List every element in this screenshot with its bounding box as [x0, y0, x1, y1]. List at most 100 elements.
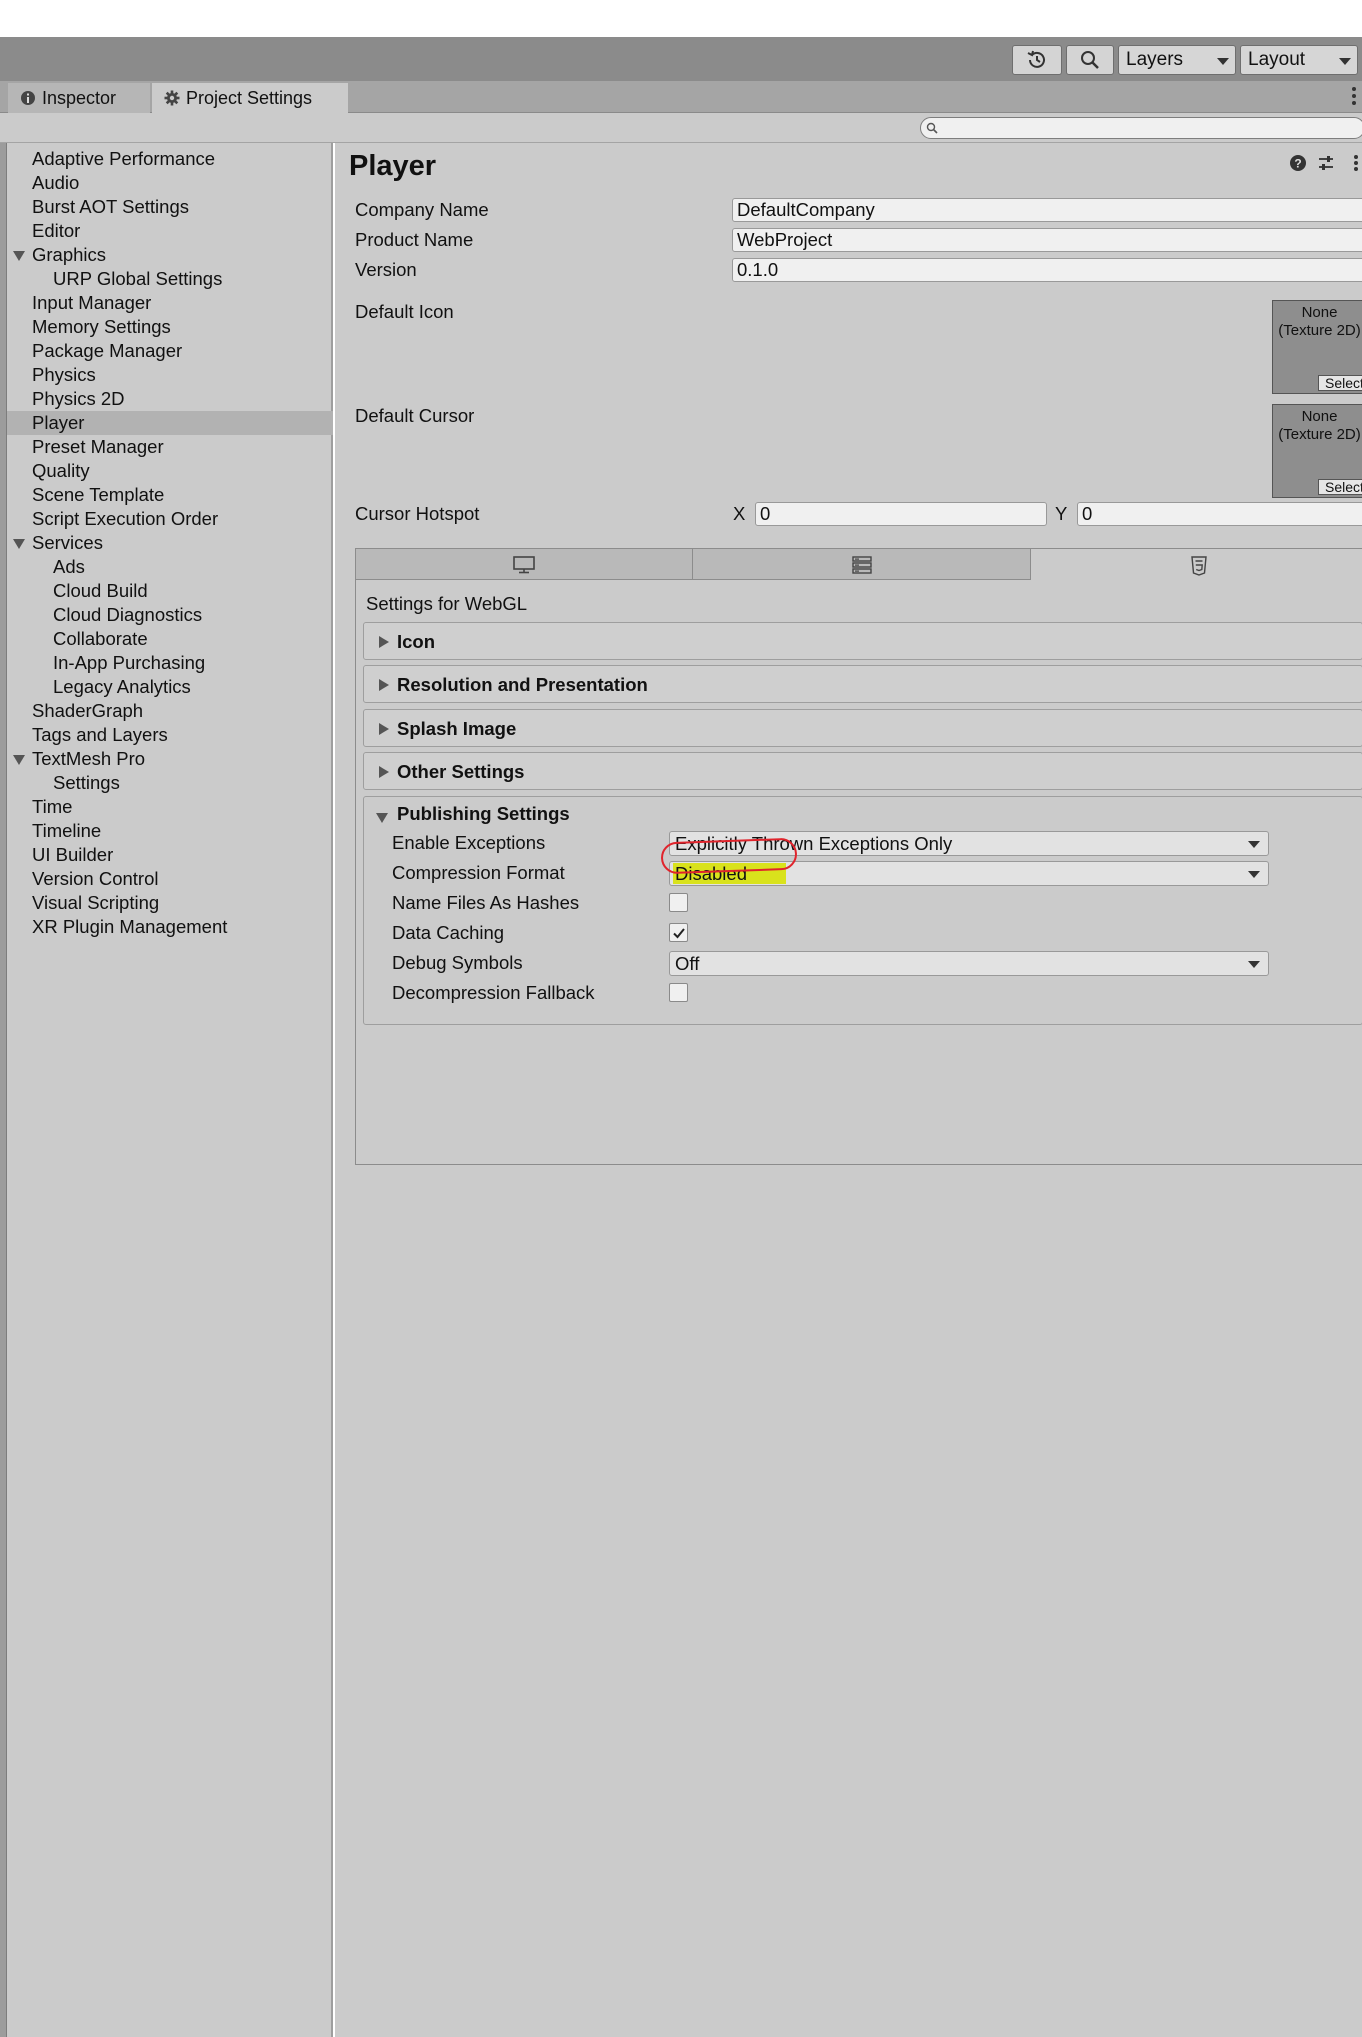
- select-button[interactable]: Select: [1318, 375, 1362, 391]
- sidebar-item-shadergraph[interactable]: ShaderGraph: [7, 699, 333, 723]
- sidebar-item-label: Burst AOT Settings: [32, 196, 189, 217]
- sidebar-item-label: Timeline: [32, 820, 102, 841]
- sidebar-item-label: Script Execution Order: [32, 508, 219, 529]
- sidebar-item-script-execution-order[interactable]: Script Execution Order: [7, 507, 333, 531]
- player-settings-panel: Player ? Company Name DefaultCompany Pro…: [335, 143, 1362, 2037]
- sidebar-item-adaptive-performance[interactable]: Adaptive Performance: [7, 147, 333, 171]
- foldout-arrow-icon[interactable]: [13, 539, 25, 549]
- chevron-down-icon: [1248, 841, 1260, 848]
- chevron-down-icon: [1217, 58, 1229, 65]
- sidebar-item-cloud-diagnostics[interactable]: Cloud Diagnostics: [7, 603, 333, 627]
- sidebar-item-in-app-purchasing[interactable]: In-App Purchasing: [7, 651, 333, 675]
- sidebar-item-timeline[interactable]: Timeline: [7, 819, 333, 843]
- foldout-resolution-and-presentation[interactable]: Resolution and Presentation: [363, 665, 1362, 703]
- preset-sliders-icon[interactable]: [1317, 154, 1335, 172]
- history-button[interactable]: [1012, 45, 1062, 75]
- sidebar-item-player[interactable]: Player: [7, 411, 333, 435]
- sidebar-item-input-manager[interactable]: Input Manager: [7, 291, 333, 315]
- sidebar-item-settings[interactable]: Settings: [7, 771, 333, 795]
- search-input[interactable]: [920, 117, 1362, 139]
- sidebar-item-physics[interactable]: Physics: [7, 363, 333, 387]
- hotspot-y-field[interactable]: 0: [1077, 502, 1362, 526]
- sidebar-item-audio[interactable]: Audio: [7, 171, 333, 195]
- sidebar-item-services[interactable]: Services: [7, 531, 333, 555]
- version-field[interactable]: 0.1.0: [732, 258, 1362, 282]
- default-icon-texture-field[interactable]: None (Texture 2D) Select: [1272, 300, 1362, 394]
- foldout-other-settings[interactable]: Other Settings: [363, 752, 1362, 790]
- sidebar-item-ui-builder[interactable]: UI Builder: [7, 843, 333, 867]
- sidebar-item-label: Memory Settings: [32, 316, 171, 337]
- texture-none-label: None: [1301, 408, 1338, 425]
- cursor-hotspot-label: Cursor Hotspot: [355, 503, 480, 524]
- sidebar-item-physics-2d[interactable]: Physics 2D: [7, 387, 333, 411]
- foldout-publishing-settings[interactable]: Publishing Settings: [364, 797, 1362, 831]
- tab-bar: Inspector Project Settings: [0, 81, 1362, 113]
- sidebar-item-label: Visual Scripting: [32, 892, 160, 913]
- tab-dedicated-server[interactable]: [693, 549, 1031, 580]
- sidebar-item-label: UI Builder: [32, 844, 114, 865]
- compression-format-label: Compression Format: [392, 862, 565, 883]
- chevron-down-icon: [1248, 961, 1260, 968]
- name-files-as-hashes-checkbox[interactable]: [669, 893, 688, 912]
- sidebar-item-quality[interactable]: Quality: [7, 459, 333, 483]
- section-label: Icon: [397, 631, 436, 652]
- chevron-down-icon: [1339, 58, 1351, 65]
- sidebar-item-cloud-build[interactable]: Cloud Build: [7, 579, 333, 603]
- annotation-circle: [660, 837, 798, 875]
- sidebar-item-burst-aot-settings[interactable]: Burst AOT Settings: [7, 195, 333, 219]
- tab-inspector[interactable]: Inspector: [8, 83, 150, 113]
- foldout-splash-image[interactable]: Splash Image: [363, 709, 1362, 747]
- sidebar-item-label: Cloud Diagnostics: [53, 604, 203, 625]
- layout-label: Layout: [1248, 49, 1306, 70]
- sidebar-item-label: Quality: [32, 460, 90, 481]
- sidebar-item-ads[interactable]: Ads: [7, 555, 333, 579]
- sidebar-item-version-control[interactable]: Version Control: [7, 867, 333, 891]
- sidebar-item-legacy-analytics[interactable]: Legacy Analytics: [7, 675, 333, 699]
- sidebar-item-tags-and-layers[interactable]: Tags and Layers: [7, 723, 333, 747]
- tab-desktop[interactable]: [356, 549, 693, 580]
- decompression-fallback-checkbox[interactable]: [669, 983, 688, 1002]
- chevron-down-icon: [1248, 871, 1260, 878]
- section-label: Resolution and Presentation: [397, 674, 648, 695]
- foldout-icon-section[interactable]: Icon: [363, 622, 1362, 660]
- search-row: [0, 113, 1362, 143]
- sidebar-item-visual-scripting[interactable]: Visual Scripting: [7, 891, 333, 915]
- tab-project-settings[interactable]: Project Settings: [152, 83, 348, 113]
- tab-webgl[interactable]: [1031, 549, 1362, 580]
- sidebar-item-label: Settings: [53, 772, 120, 793]
- sidebar-item-textmesh-pro[interactable]: TextMesh Pro: [7, 747, 333, 771]
- sidebar-item-package-manager[interactable]: Package Manager: [7, 339, 333, 363]
- layout-dropdown[interactable]: Layout: [1240, 45, 1358, 75]
- page-title: Player: [349, 150, 437, 182]
- sidebar-item-urp-global-settings[interactable]: URP Global Settings: [7, 267, 333, 291]
- data-caching-checkbox[interactable]: [669, 923, 688, 942]
- default-cursor-texture-field[interactable]: None (Texture 2D) Select: [1272, 404, 1362, 498]
- sidebar-item-xr-plugin-management[interactable]: XR Plugin Management: [7, 915, 333, 939]
- sidebar-item-label: Audio: [32, 172, 80, 193]
- history-icon: [1027, 50, 1045, 68]
- kebab-menu-icon[interactable]: [1352, 87, 1358, 107]
- foldout-arrow-icon[interactable]: [13, 251, 25, 261]
- hotspot-x-field[interactable]: 0: [755, 502, 1047, 526]
- sidebar-item-editor[interactable]: Editor: [7, 219, 333, 243]
- hotspot-y-label: Y: [1055, 503, 1068, 524]
- foldout-arrow-icon[interactable]: [13, 755, 25, 765]
- help-icon[interactable]: ?: [1289, 154, 1307, 172]
- search-button[interactable]: [1066, 45, 1114, 75]
- sidebar-item-graphics[interactable]: Graphics: [7, 243, 333, 267]
- sidebar-item-preset-manager[interactable]: Preset Manager: [7, 435, 333, 459]
- sidebar-item-label: Version Control: [32, 868, 159, 889]
- select-button[interactable]: Select: [1318, 479, 1362, 495]
- company-name-field[interactable]: DefaultCompany: [732, 198, 1362, 222]
- sidebar-item-collaborate[interactable]: Collaborate: [7, 627, 333, 651]
- sidebar-item-label: Player: [32, 412, 85, 433]
- product-name-field[interactable]: WebProject: [732, 228, 1362, 252]
- kebab-menu-icon[interactable]: [1353, 154, 1359, 172]
- sidebar-item-scene-template[interactable]: Scene Template: [7, 483, 333, 507]
- sidebar-item-memory-settings[interactable]: Memory Settings: [7, 315, 333, 339]
- debug-symbols-label: Debug Symbols: [392, 952, 523, 973]
- layers-label: Layers: [1126, 49, 1184, 70]
- layers-dropdown[interactable]: Layers: [1118, 45, 1236, 75]
- sidebar-item-time[interactable]: Time: [7, 795, 333, 819]
- debug-symbols-dropdown[interactable]: Off: [669, 951, 1269, 976]
